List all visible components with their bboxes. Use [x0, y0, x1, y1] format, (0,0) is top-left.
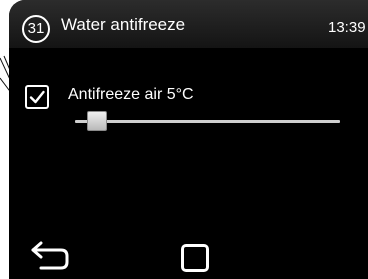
- page-title: Water antifreeze: [61, 15, 186, 34]
- temperature-slider-track[interactable]: [75, 120, 340, 123]
- header-bar: 31 Water antifreeze 13:39: [9, 0, 368, 48]
- home-button[interactable]: [181, 244, 209, 272]
- antifreeze-label: Antifreeze air 5°C: [68, 86, 194, 103]
- temperature-slider-thumb[interactable]: [87, 111, 108, 131]
- back-arrow-icon: [31, 241, 69, 270]
- back-button[interactable]: [29, 240, 73, 274]
- screen: 31 Water antifreeze 13:39 Antifreeze air…: [9, 0, 368, 279]
- page-number-badge: 31: [22, 15, 50, 43]
- antifreeze-checkbox[interactable]: [25, 85, 49, 109]
- clock: 13:39: [328, 19, 366, 36]
- device-frame: 31 Water antifreeze 13:39 Antifreeze air…: [0, 0, 368, 279]
- checkmark-icon: [29, 90, 45, 104]
